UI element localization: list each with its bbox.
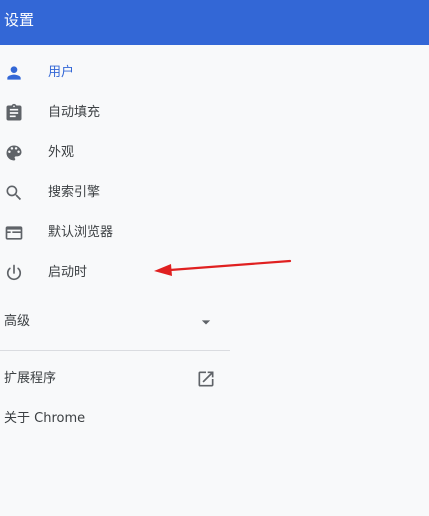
divider <box>0 350 230 351</box>
person-icon <box>4 63 24 83</box>
sidebar-item-autofill[interactable]: 自动填充 <box>0 93 230 133</box>
power-icon <box>4 263 24 283</box>
sidebar-item-label: 用户 <box>48 65 75 80</box>
sidebar-item-label: 启动时 <box>48 265 88 280</box>
chevron-down-icon <box>196 312 216 332</box>
sidebar-item-label: 默认浏览器 <box>48 225 114 240</box>
sidebar-item-people[interactable]: 用户 <box>0 53 230 93</box>
external-link-icon <box>196 369 216 389</box>
about-chrome-link[interactable]: 关于 Chrome <box>0 399 230 439</box>
sidebar-item-appearance[interactable]: 外观 <box>0 133 230 173</box>
clipboard-icon <box>4 103 24 123</box>
advanced-toggle[interactable]: 高级 <box>0 302 230 342</box>
sidebar-item-on-startup[interactable]: 启动时 <box>0 253 230 293</box>
palette-icon <box>4 143 24 163</box>
extensions-label: 扩展程序 <box>4 371 57 386</box>
extensions-link[interactable]: 扩展程序 <box>0 359 230 399</box>
sidebar-item-default-browser[interactable]: 默认浏览器 <box>0 213 230 253</box>
browser-window-icon <box>4 223 24 243</box>
sidebar-item-label: 自动填充 <box>48 105 101 120</box>
advanced-label: 高级 <box>4 314 31 329</box>
about-chrome-label: 关于 Chrome <box>4 411 86 426</box>
sidebar-item-search-engine[interactable]: 搜索引擎 <box>0 173 230 213</box>
sidebar-item-label: 搜索引擎 <box>48 185 101 200</box>
search-icon <box>4 183 24 203</box>
page-title: 设置 <box>4 11 35 29</box>
settings-header: 设置 <box>0 0 429 45</box>
sidebar-item-label: 外观 <box>48 145 75 160</box>
